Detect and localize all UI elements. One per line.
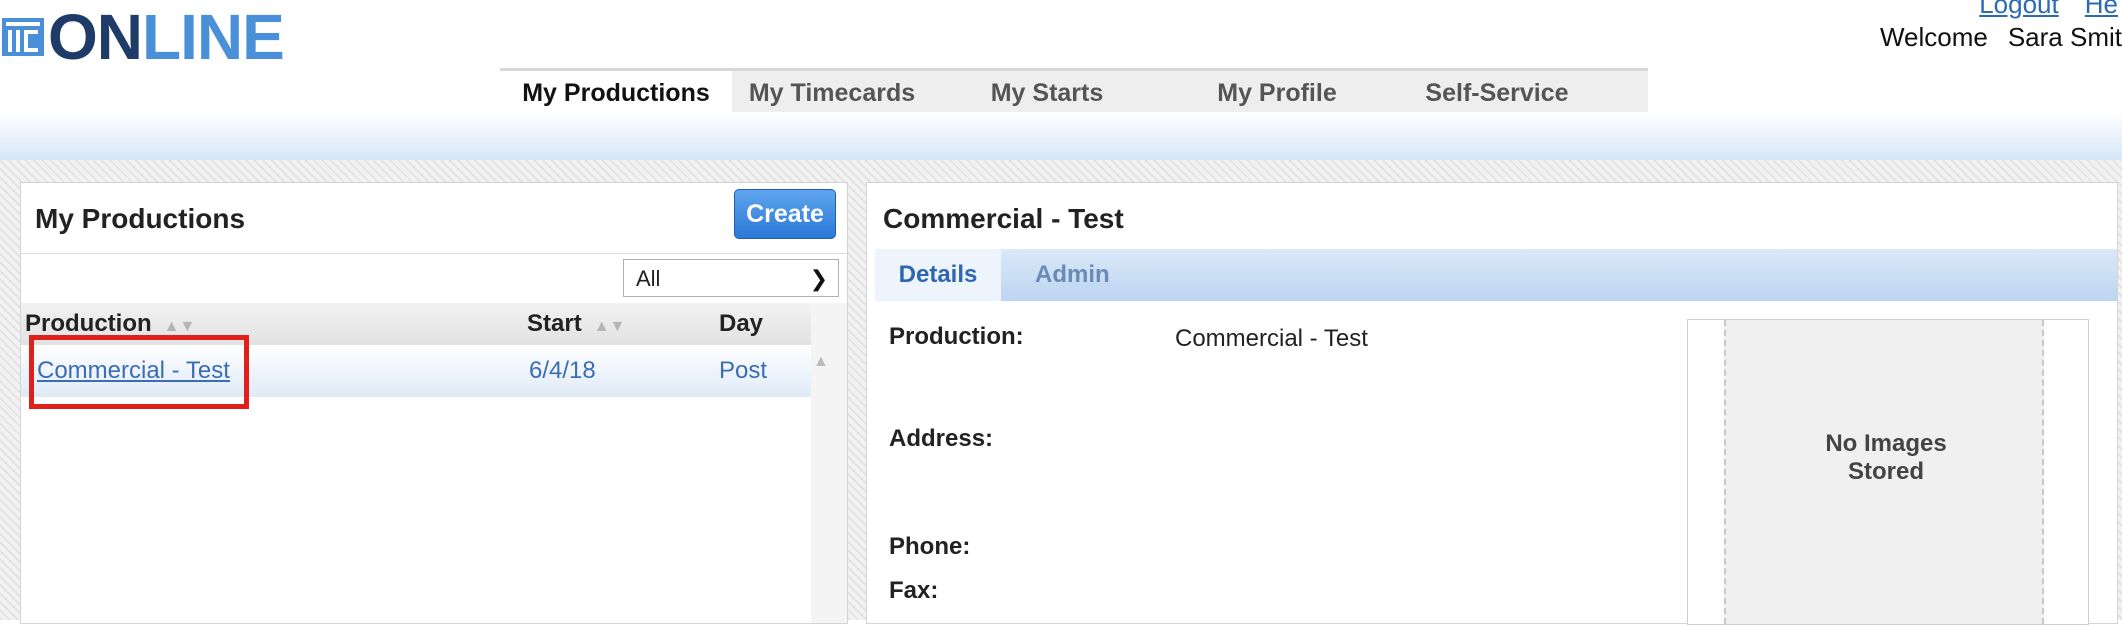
fax-label: Fax: bbox=[889, 577, 939, 604]
production-value: Commercial - Test bbox=[1175, 325, 1368, 352]
column-header-day[interactable]: Day bbox=[719, 303, 763, 345]
filter-value: All bbox=[636, 266, 661, 291]
divider bbox=[21, 253, 847, 254]
highlight-box bbox=[29, 335, 249, 409]
nav-tab-my-profile[interactable]: My Profile bbox=[1162, 71, 1392, 115]
logo-mark-icon bbox=[2, 18, 44, 56]
user-name: Sara Smit bbox=[2007, 22, 2122, 52]
logo-text-line: LINE bbox=[142, 1, 285, 73]
column-label: Start bbox=[527, 310, 582, 337]
header-band bbox=[0, 112, 2122, 160]
header-links: Logout He bbox=[1953, 0, 2118, 22]
production-filter-select[interactable]: All ❯ bbox=[623, 259, 839, 297]
column-label: Production bbox=[25, 310, 152, 337]
day-value: Post bbox=[719, 357, 768, 384]
scroll-up-icon[interactable]: ▲ bbox=[813, 353, 829, 371]
create-button[interactable]: Create bbox=[734, 189, 836, 239]
production-label: Production: bbox=[889, 323, 1024, 350]
details-title: Commercial - Test bbox=[883, 203, 1124, 234]
logo-text-on: ON bbox=[48, 1, 143, 73]
table-scrollbar[interactable] bbox=[811, 303, 847, 623]
column-label: Day bbox=[719, 310, 764, 337]
logo-text: ONLINE bbox=[48, 5, 285, 69]
my-productions-panel: My Productions Create All ❯ Production ▲▼… bbox=[20, 182, 848, 624]
details-tabs: Details Admin bbox=[875, 249, 2117, 301]
address-label: Address: bbox=[889, 425, 994, 452]
nav-tab-my-timecards[interactable]: My Timecards bbox=[732, 71, 932, 115]
production-details-panel: Commercial - Test Details Admin Producti… bbox=[866, 182, 2118, 625]
help-link[interactable]: He bbox=[2085, 0, 2118, 19]
start-date: 6/4/18 bbox=[529, 357, 596, 384]
tab-admin[interactable]: Admin bbox=[1035, 249, 1110, 301]
nav-tab-my-productions[interactable]: My Productions bbox=[500, 71, 732, 115]
welcome-message: Welcome Sara Smit bbox=[1880, 22, 2122, 53]
no-images-text: No Images Stored bbox=[1726, 430, 2046, 486]
nav-tab-my-starts[interactable]: My Starts bbox=[932, 71, 1162, 115]
sort-icon[interactable]: ▲▼ bbox=[164, 318, 196, 335]
nav-tab-self-service[interactable]: Self-Service bbox=[1392, 71, 1602, 115]
chevron-down-icon: ❯ bbox=[809, 266, 828, 291]
panel-title: My Productions bbox=[35, 203, 246, 234]
no-images-line: Stored bbox=[1847, 458, 1924, 485]
app-logo: ONLINE bbox=[2, 0, 285, 74]
column-header-start[interactable]: Start ▲▼ bbox=[527, 303, 625, 348]
image-panel: No Images Stored bbox=[1687, 319, 2089, 625]
sort-icon[interactable]: ▲▼ bbox=[594, 318, 626, 335]
main-nav: My Productions My Timecards My Starts My… bbox=[500, 68, 1648, 115]
no-images-line: No Images bbox=[1825, 430, 1947, 457]
image-placeholder: No Images Stored bbox=[1724, 320, 2044, 624]
welcome-label: Welcome bbox=[1879, 22, 1988, 52]
logout-link[interactable]: Logout bbox=[1979, 0, 2059, 19]
phone-label: Phone: bbox=[889, 533, 971, 560]
tab-details[interactable]: Details bbox=[875, 249, 1001, 301]
